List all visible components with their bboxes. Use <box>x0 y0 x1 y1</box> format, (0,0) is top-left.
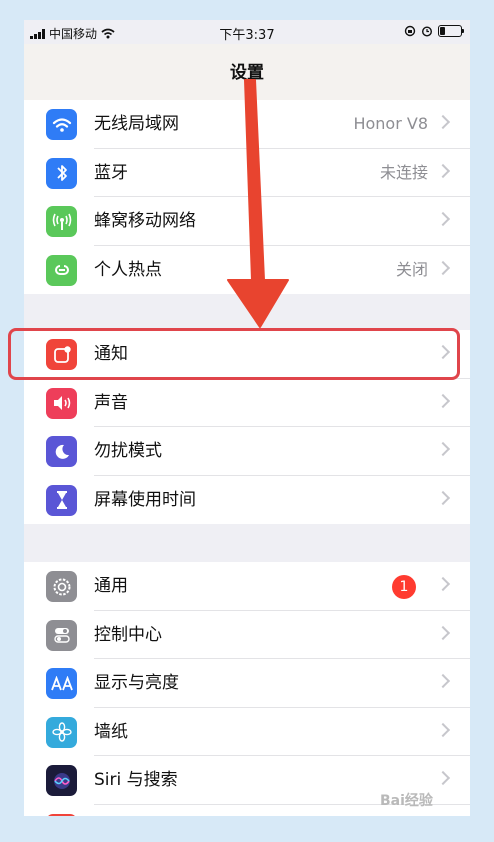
annotation-arrow-icon <box>227 79 289 328</box>
watermark-logo: Bai经验 <box>380 793 433 809</box>
image-frame: 中国移动 下午3:37 设置 无线局域网 Honor V8 蓝牙 未连接 蜂窝移… <box>0 0 494 842</box>
